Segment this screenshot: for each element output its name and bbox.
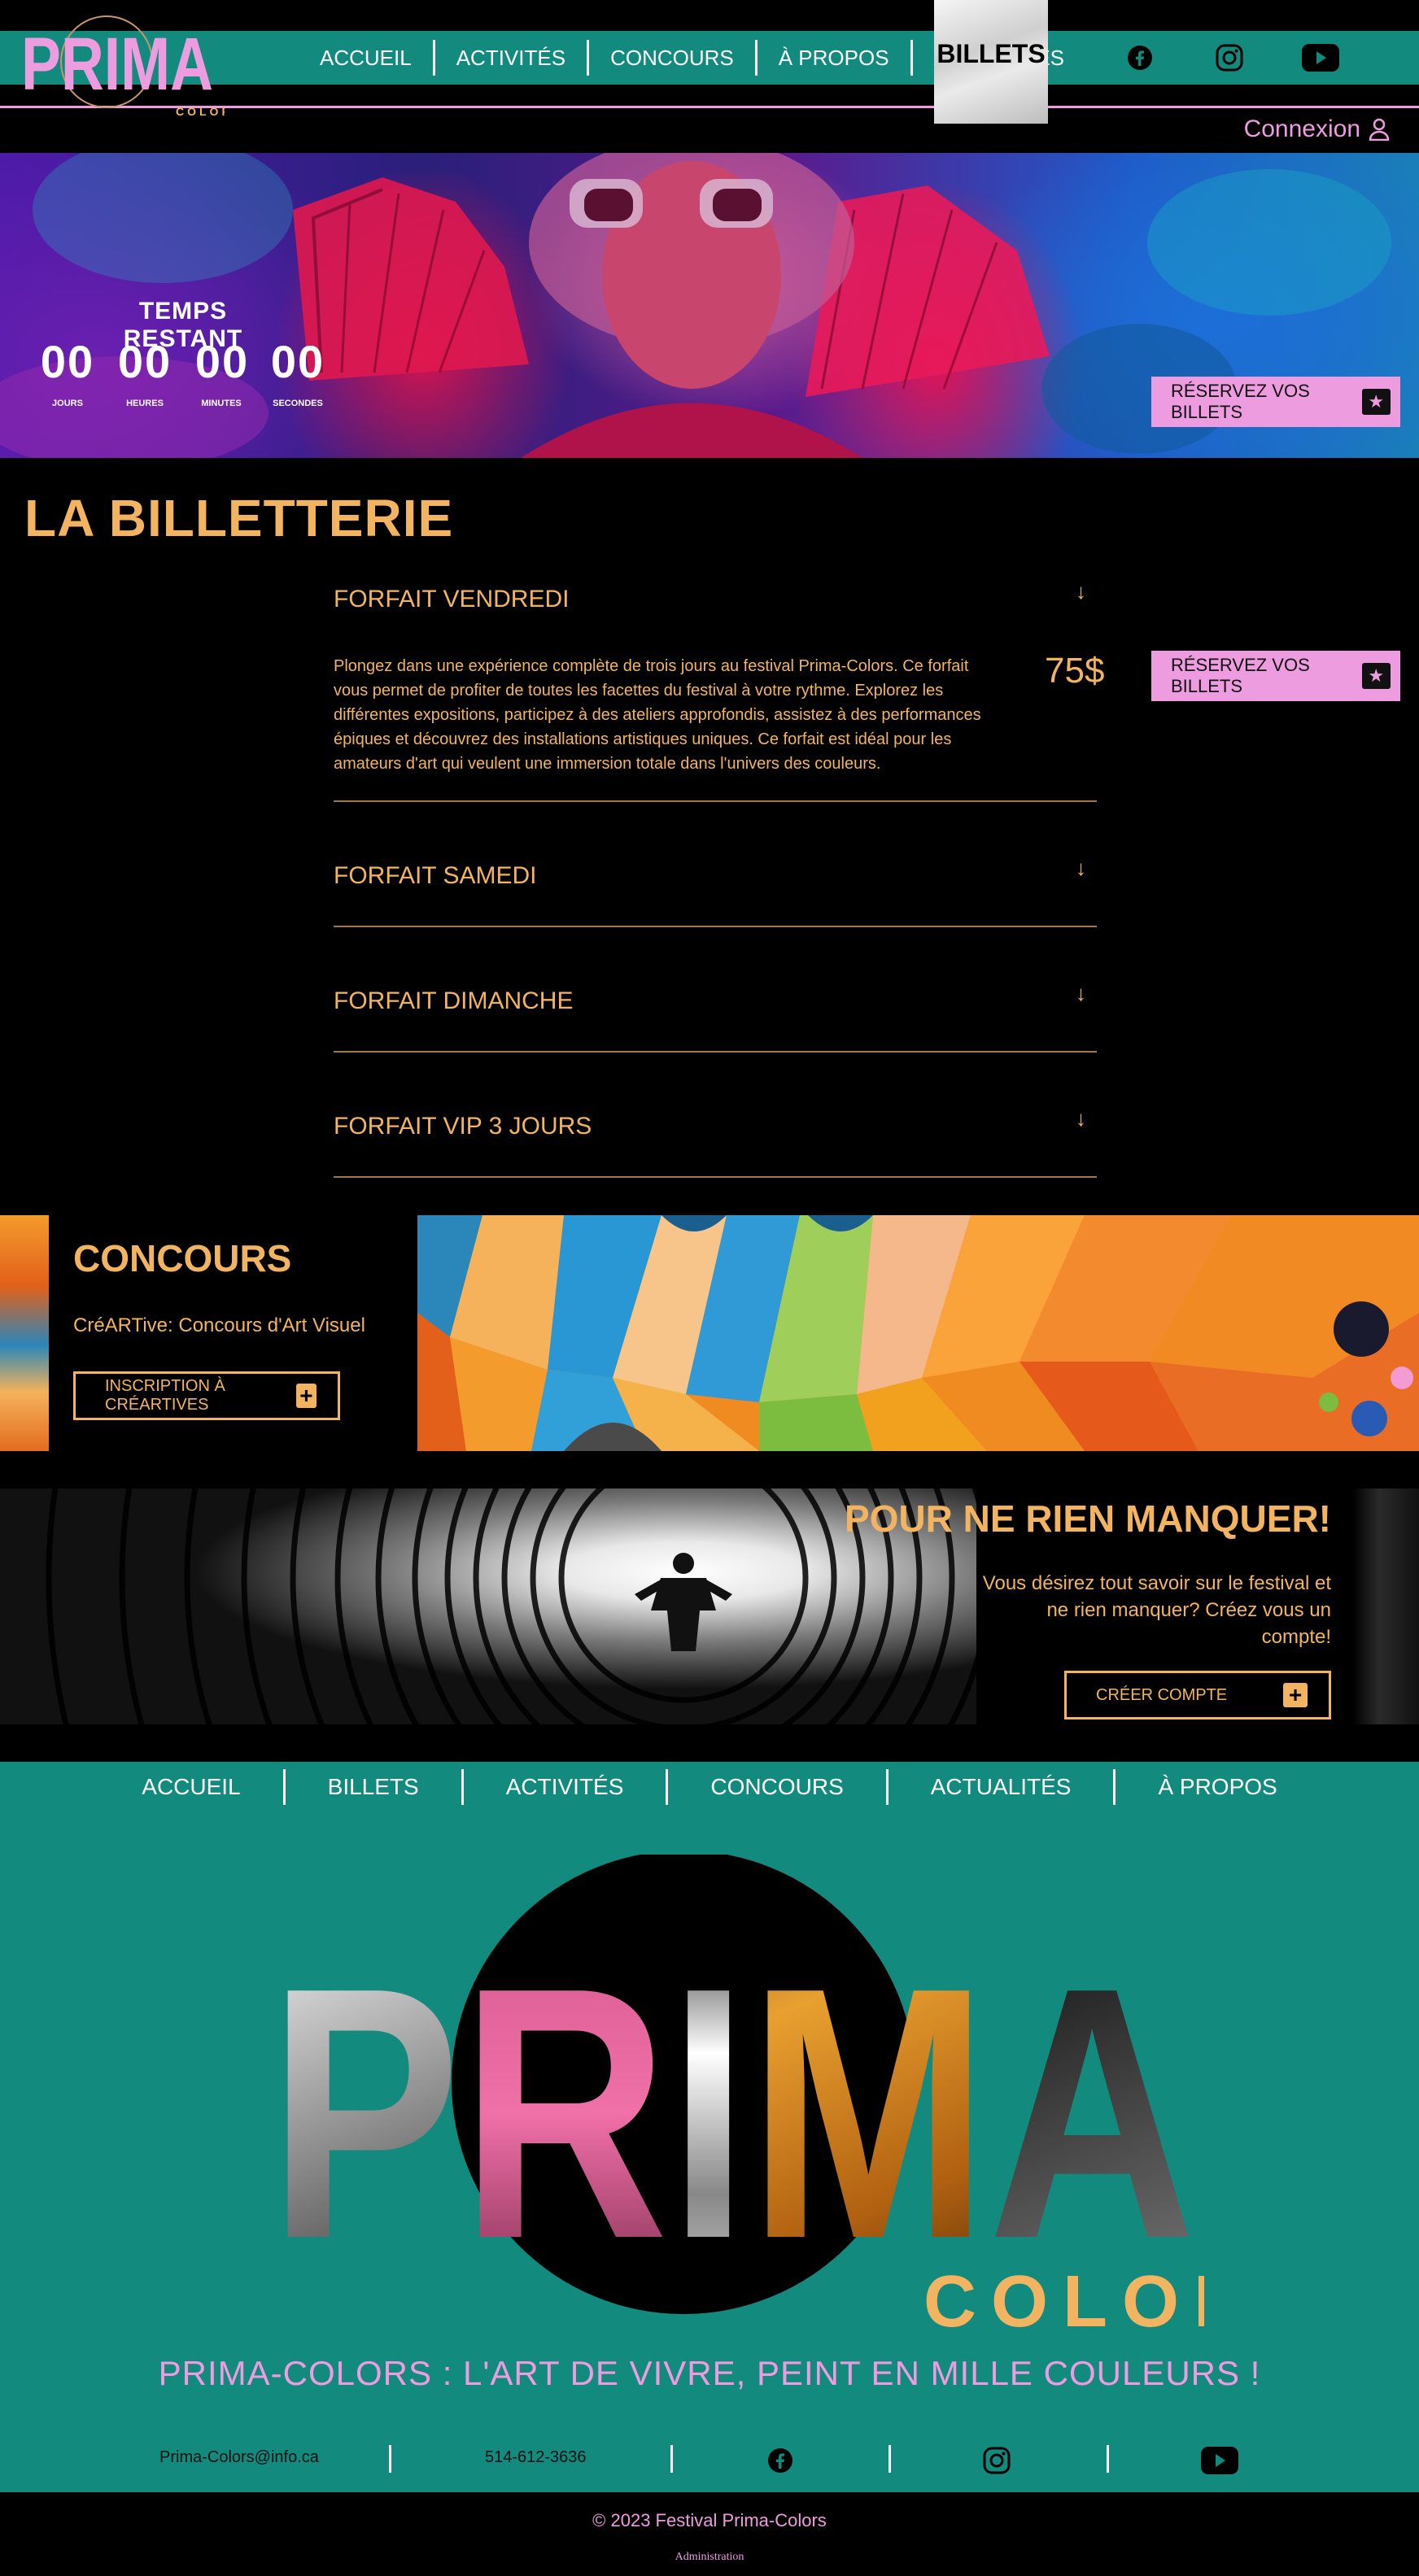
nav-concours[interactable]: CONCOURS — [589, 40, 758, 76]
footer-nav-activites[interactable]: ACTIVITÉS — [464, 1769, 669, 1805]
creer-compte-button[interactable]: CRÉER COMPTE + — [1064, 1671, 1331, 1720]
hero-reserve-button[interactable]: RÉSERVEZ VOS BILLETS ★ — [1151, 377, 1400, 427]
footer-slogan: PRIMA-COLORS : L'ART DE VIVRE, PEINT EN … — [158, 2354, 1261, 2392]
footer-nav: ACCUEIL BILLETS ACTIVITÉS CONCOURS ACTUA… — [0, 1767, 1419, 1807]
svg-text:PRIMA: PRIMA — [269, 1914, 1196, 2313]
inscription-button[interactable]: INSCRIPTION À CRÉARTIVES + — [73, 1371, 340, 1420]
timer-minutes-label: MINUTES — [201, 399, 242, 408]
billetterie-reserve-button[interactable]: RÉSERVEZ VOS BILLETS ★ — [1151, 651, 1400, 701]
logo-main-text: PRIMA — [21, 23, 213, 106]
accordion-divider — [334, 1051, 1097, 1053]
timer-minutes-value: 00 — [194, 336, 250, 387]
footer-phone[interactable]: 514-612-3636 — [485, 2448, 587, 2467]
newsletter-title: POUR NE RIEN MANQUER! — [844, 1497, 1331, 1540]
chevron-down-icon[interactable]: ↓ — [1076, 579, 1086, 604]
tunnel-image — [0, 1489, 976, 1724]
timer-days-label: JOURS — [52, 399, 83, 408]
logo-sub-text: COLORS — [176, 105, 225, 118]
timer-seconds-label: SECONDES — [273, 399, 323, 408]
youtube-icon[interactable] — [1302, 41, 1339, 75]
footer-divider — [670, 2445, 673, 2473]
timer-hours-label: HEURES — [126, 399, 164, 408]
billetterie-reserve-label: RÉSERVEZ VOS BILLETS — [1171, 655, 1310, 696]
ticket-icon: ★ — [1361, 663, 1391, 689]
timer-hours-value: 00 — [117, 336, 172, 387]
forfait-vendredi-header[interactable]: FORFAIT VENDREDI — [334, 586, 569, 613]
timer-days-value: 00 — [40, 336, 95, 387]
nav-activites[interactable]: ACTIVITÉS — [435, 40, 590, 76]
footer-nav-accueil[interactable]: ACCUEIL — [99, 1769, 286, 1805]
nav-a-propos[interactable]: À PROPOS — [758, 40, 913, 76]
youtube-icon[interactable] — [1201, 2445, 1238, 2476]
concours-title: CONCOURS — [73, 1237, 292, 1279]
footer-prima-colors-logo: PRIMA COLORS — [269, 1855, 1204, 2334]
instagram-icon[interactable] — [980, 2445, 1014, 2476]
user-icon — [1369, 118, 1390, 141]
prima-colors-logo[interactable]: PRIMA COLORS — [21, 15, 225, 120]
plus-icon: + — [295, 1384, 317, 1408]
chevron-down-icon[interactable]: ↓ — [1076, 1106, 1086, 1131]
forfait-price: 75$ — [1045, 651, 1105, 691]
ticket-icon: ★ — [1361, 389, 1391, 415]
accordion-divider — [334, 926, 1097, 927]
footer-nav-actualites[interactable]: ACTUALITÉS — [889, 1769, 1116, 1805]
billets-tab-label: BILLETS — [937, 39, 1046, 68]
nav-accueil[interactable]: ACCUEIL — [299, 40, 435, 76]
footer-logo-sub-text: COLORS — [923, 2261, 1204, 2334]
plus-icon: + — [1283, 1683, 1308, 1707]
connexion-label: Connexion — [1243, 116, 1360, 142]
footer-nav-billets[interactable]: BILLETS — [286, 1769, 464, 1805]
accordion-divider — [334, 800, 1097, 802]
forfait-samedi-header[interactable]: FORFAIT SAMEDI — [334, 862, 536, 890]
facebook-icon[interactable] — [1121, 41, 1159, 75]
newsletter-text: Vous désirez tout savoir sur le festival… — [982, 1572, 1331, 1648]
concours-subtitle: CréARTive: Concours d'Art Visuel — [73, 1314, 365, 1336]
footer-nav-a-propos[interactable]: À PROPOS — [1116, 1769, 1319, 1805]
chevron-down-icon[interactable]: ↓ — [1076, 981, 1086, 1006]
connexion-link[interactable]: Connexion — [1244, 116, 1390, 143]
forfait-description: Plongez dans une expérience complète de … — [334, 657, 981, 773]
forfait-dimanche-header[interactable]: FORFAIT DIMANCHE — [334, 987, 573, 1015]
concours-image — [417, 1215, 1419, 1451]
tunnel-image-edge — [1352, 1489, 1419, 1724]
copyright: © 2023 Festival Prima-Colors — [592, 2510, 827, 2530]
footer-divider — [889, 2445, 891, 2473]
footer-email[interactable]: Prima-Colors@info.ca — [159, 2448, 319, 2467]
billetterie-title: LA BILLETTERIE — [24, 489, 454, 547]
forfait-vip-header[interactable]: FORFAIT VIP 3 JOURS — [334, 1113, 592, 1140]
accordion-divider — [334, 1176, 1097, 1178]
footer-divider — [1107, 2445, 1109, 2473]
footer-nav-concours[interactable]: CONCOURS — [668, 1769, 889, 1805]
chevron-down-icon[interactable]: ↓ — [1076, 856, 1086, 881]
inscription-label: INSCRIPTION À CRÉARTIVES — [105, 1377, 225, 1414]
concours-image-strip — [0, 1215, 49, 1451]
footer-divider — [389, 2445, 391, 2473]
creer-compte-label: CRÉER COMPTE — [1096, 1685, 1228, 1704]
instagram-icon[interactable] — [1211, 41, 1248, 75]
admin-link[interactable]: Administration — [0, 2551, 1419, 2564]
hero-reserve-label: RÉSERVEZ VOS BILLETS — [1171, 381, 1310, 422]
facebook-icon[interactable] — [763, 2445, 797, 2476]
timer-seconds-value: 00 — [270, 336, 325, 387]
nav-billets-tab[interactable]: BILLETS — [934, 0, 1048, 124]
